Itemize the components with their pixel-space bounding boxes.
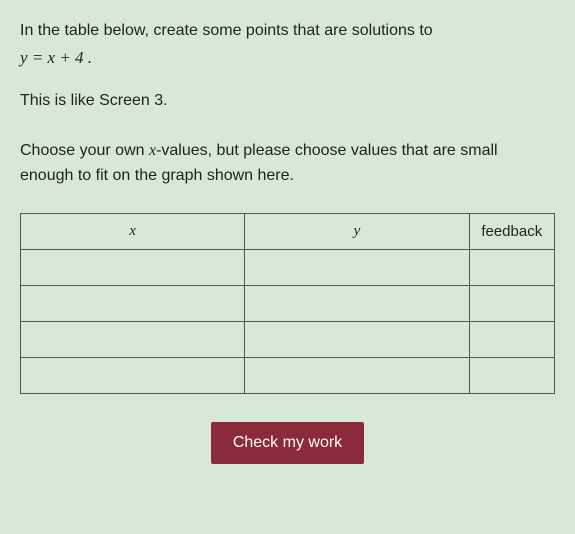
- table-header-row: x y feedback: [21, 213, 555, 249]
- cell-y-input[interactable]: [251, 330, 462, 349]
- cell-y-input[interactable]: [251, 294, 462, 313]
- instruction2-pre: Choose your own: [20, 142, 149, 159]
- cell-feedback: [469, 357, 554, 393]
- table-row: [21, 285, 555, 321]
- table-row: [21, 357, 555, 393]
- button-row: Check my work: [20, 422, 555, 464]
- instruction-line2: Choose your own x-values, but please cho…: [20, 138, 555, 189]
- table-row: [21, 249, 555, 285]
- instruction-line1: In the table below, create some points t…: [20, 18, 555, 44]
- col-header-y: y: [245, 213, 469, 249]
- cell-feedback: [469, 321, 554, 357]
- cell-feedback: [469, 285, 554, 321]
- cell-x-input[interactable]: [27, 366, 238, 385]
- cell-x-input[interactable]: [27, 330, 238, 349]
- cell-x-input[interactable]: [27, 294, 238, 313]
- screen-note: This is like Screen 3.: [20, 92, 555, 110]
- equation-text: y = x + 4 .: [20, 48, 555, 68]
- points-table: x y feedback: [20, 213, 555, 394]
- col-header-x: x: [21, 213, 245, 249]
- cell-y-input[interactable]: [251, 366, 462, 385]
- check-my-work-button[interactable]: Check my work: [211, 422, 364, 464]
- cell-feedback: [469, 249, 554, 285]
- cell-y-input[interactable]: [251, 258, 462, 277]
- col-header-feedback: feedback: [469, 213, 554, 249]
- cell-x-input[interactable]: [27, 258, 238, 277]
- instruction2-var: x: [149, 142, 156, 159]
- table-row: [21, 321, 555, 357]
